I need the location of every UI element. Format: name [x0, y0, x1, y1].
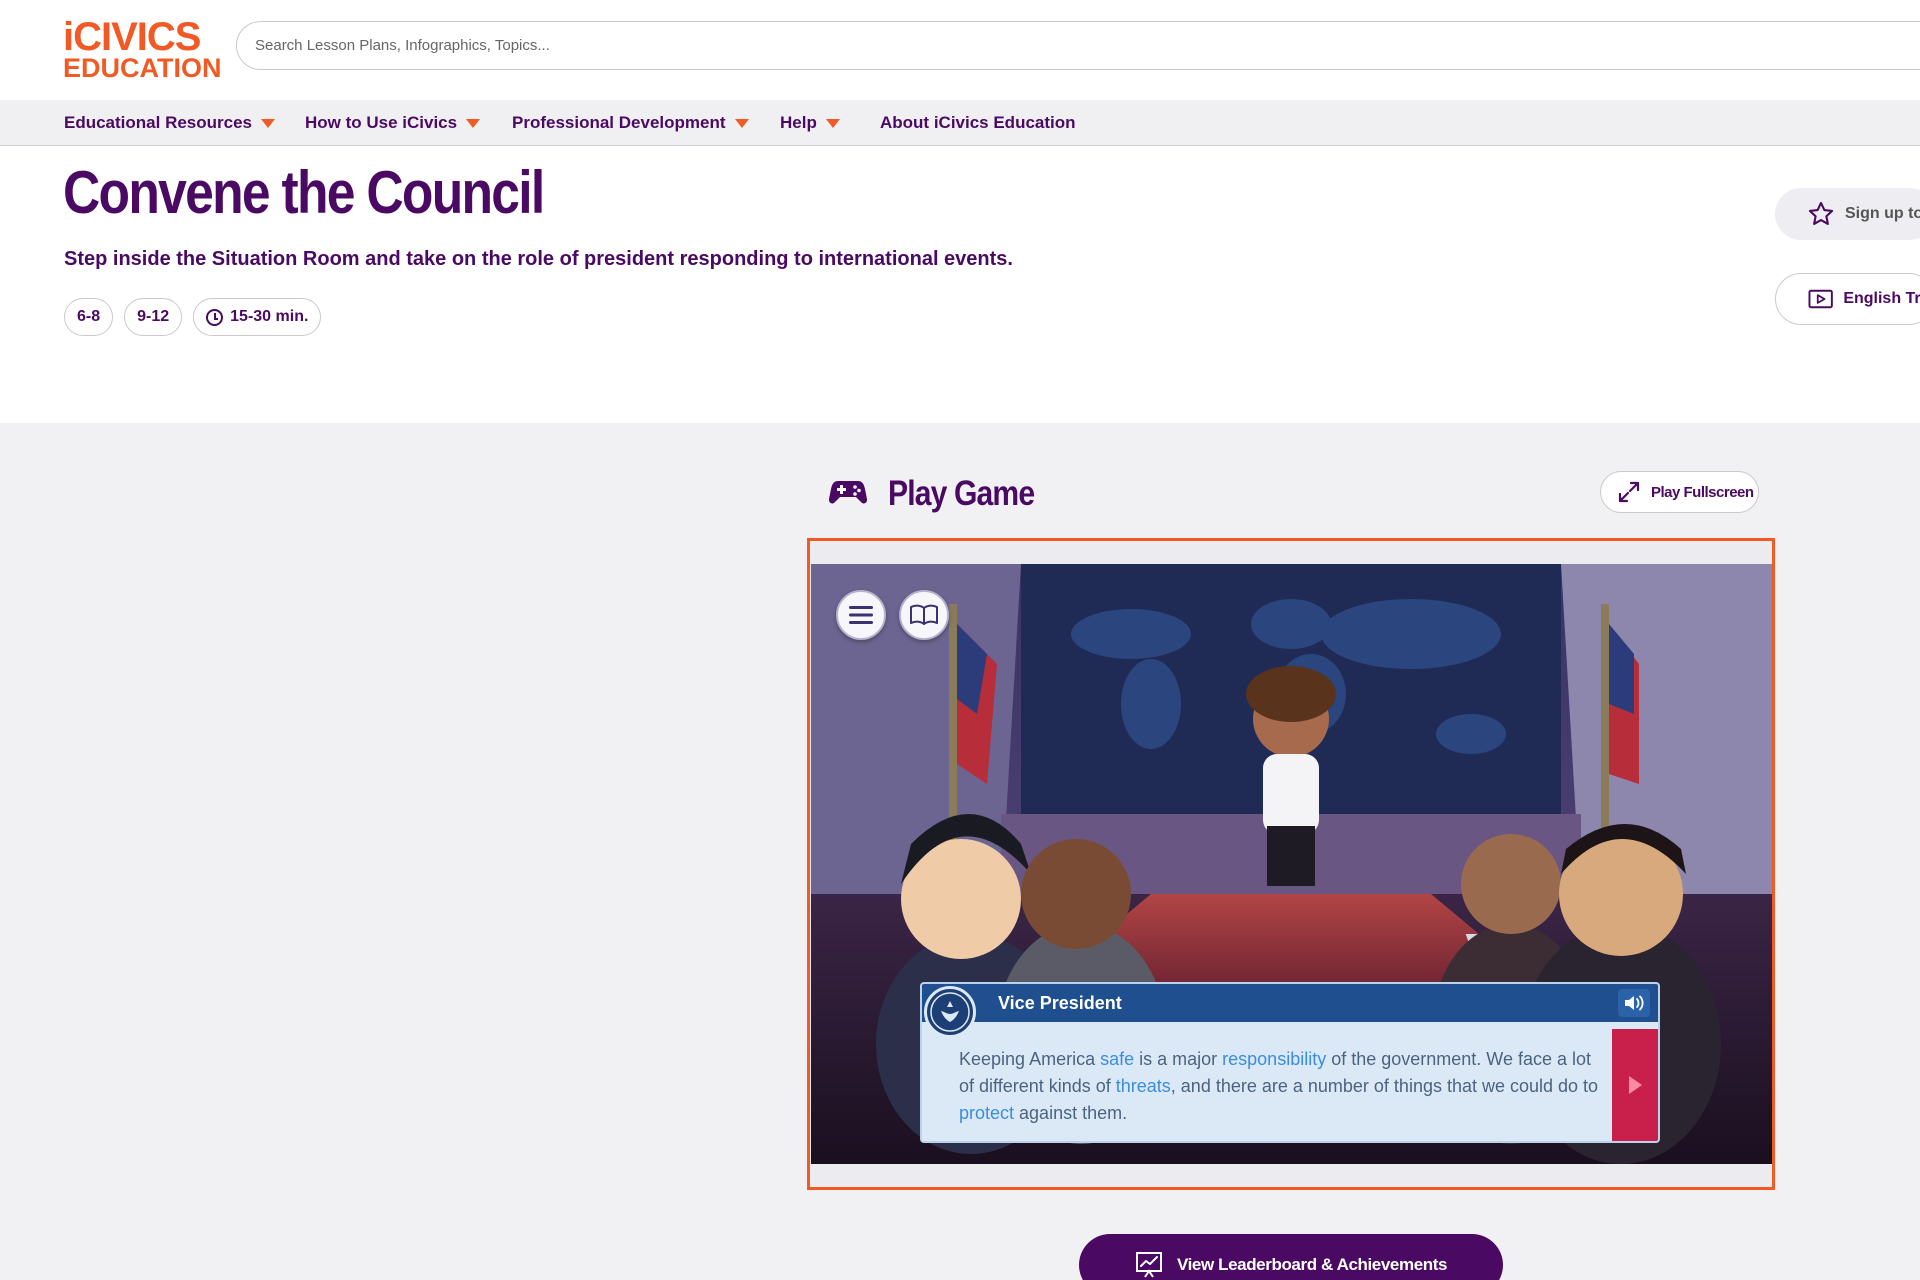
badge-label: 6-8 — [77, 308, 101, 325]
nav-item-help[interactable]: Help — [780, 100, 840, 146]
menu-icon — [849, 606, 873, 624]
dialog-header: Vice President — [922, 984, 1658, 1022]
search-input[interactable] — [237, 22, 1920, 69]
chart-icon — [1135, 1252, 1162, 1278]
speaker-icon — [1625, 995, 1644, 1011]
view-leaderboard-button[interactable]: View Leaderboard & Achievements — [1079, 1234, 1503, 1280]
game-menu-button[interactable] — [836, 590, 886, 640]
chevron-down-icon — [261, 118, 276, 128]
dialog-text-part: is a major — [1134, 1049, 1223, 1069]
icivics-logo[interactable]: iCIVICS EDUCATION — [63, 15, 223, 82]
badge-label: 15-30 min. — [230, 308, 309, 325]
dialog-next-button[interactable] — [1612, 1029, 1658, 1141]
nav-item-about[interactable]: About iCivics Education — [880, 100, 1076, 146]
dialog-text: Keeping America safe is a major responsi… — [959, 1046, 1599, 1127]
play-fullscreen-button[interactable]: Play Fullscreen — [1600, 471, 1759, 513]
dialog-text-part: , and there are a number of things that … — [1170, 1076, 1599, 1096]
dialog-box: Vice President Keeping America safe is a… — [920, 982, 1660, 1143]
gamepad-icon — [829, 481, 867, 504]
signup-button[interactable]: Sign up to — [1775, 188, 1920, 240]
star-icon — [1808, 201, 1834, 225]
signup-label: Sign up to — [1845, 205, 1920, 222]
nav-item-label: How to Use iCivics — [305, 113, 458, 132]
glossary-term-safe[interactable]: safe — [1100, 1049, 1134, 1069]
nav-item-label: Help — [780, 113, 817, 132]
tag-list: 6-8 9-12 15-30 min. — [64, 298, 322, 336]
nav-item-educational-resources[interactable]: Educational Resources — [64, 100, 276, 146]
main-nav: Educational Resources How to Use iCivics… — [0, 100, 1920, 146]
english-trailer-button[interactable]: English Trai — [1775, 273, 1920, 325]
presidential-seal-icon — [924, 986, 976, 1038]
nav-item-label: About iCivics Education — [880, 113, 1076, 132]
glossary-term-protect[interactable]: protect — [959, 1103, 1014, 1123]
glossary-button[interactable] — [899, 590, 949, 640]
page-title: Convene the Council — [63, 159, 545, 226]
clock-icon — [206, 308, 224, 326]
speaker-name: Vice President — [998, 993, 1122, 1013]
chevron-down-icon — [466, 118, 481, 128]
glossary-term-responsibility[interactable]: responsibility — [1222, 1049, 1326, 1069]
nav-item-label: Professional Development — [512, 113, 726, 132]
trailer-label: English Trai — [1843, 290, 1920, 307]
expand-icon — [1618, 481, 1640, 503]
logo-line-2: EDUCATION — [63, 53, 222, 83]
leaderboard-label: View Leaderboard & Achievements — [1176, 1255, 1448, 1274]
chevron-down-icon — [825, 118, 840, 128]
play-game-heading: Play Game — [888, 474, 1035, 513]
duration-badge: 15-30 min. — [193, 298, 322, 336]
arrow-right-icon — [1629, 1076, 1642, 1094]
grade-badge-9-12: 9-12 — [124, 298, 183, 336]
book-icon — [910, 604, 938, 625]
site-header: iCIVICS EDUCATION — [0, 0, 1920, 100]
logo-line-1: iCIVICS — [63, 15, 201, 59]
grade-badge-6-8: 6-8 — [64, 298, 114, 336]
glossary-term-threats[interactable]: threats — [1116, 1076, 1171, 1096]
nav-item-professional-development[interactable]: Professional Development — [512, 100, 749, 146]
nav-item-how-to-use[interactable]: How to Use iCivics — [305, 100, 481, 146]
audio-button[interactable] — [1618, 989, 1650, 1017]
chevron-down-icon — [734, 118, 749, 128]
search-bar — [236, 21, 1920, 70]
play-video-icon — [1808, 289, 1833, 309]
page-subtitle: Step inside the Situation Room and take … — [64, 248, 1013, 270]
dialog-text-part: Keeping America — [959, 1049, 1101, 1069]
nav-item-label: Educational Resources — [64, 113, 253, 132]
dialog-text-part: against them. — [1014, 1103, 1128, 1123]
fullscreen-label: Play Fullscreen — [1651, 483, 1754, 501]
badge-label: 9-12 — [137, 308, 170, 325]
